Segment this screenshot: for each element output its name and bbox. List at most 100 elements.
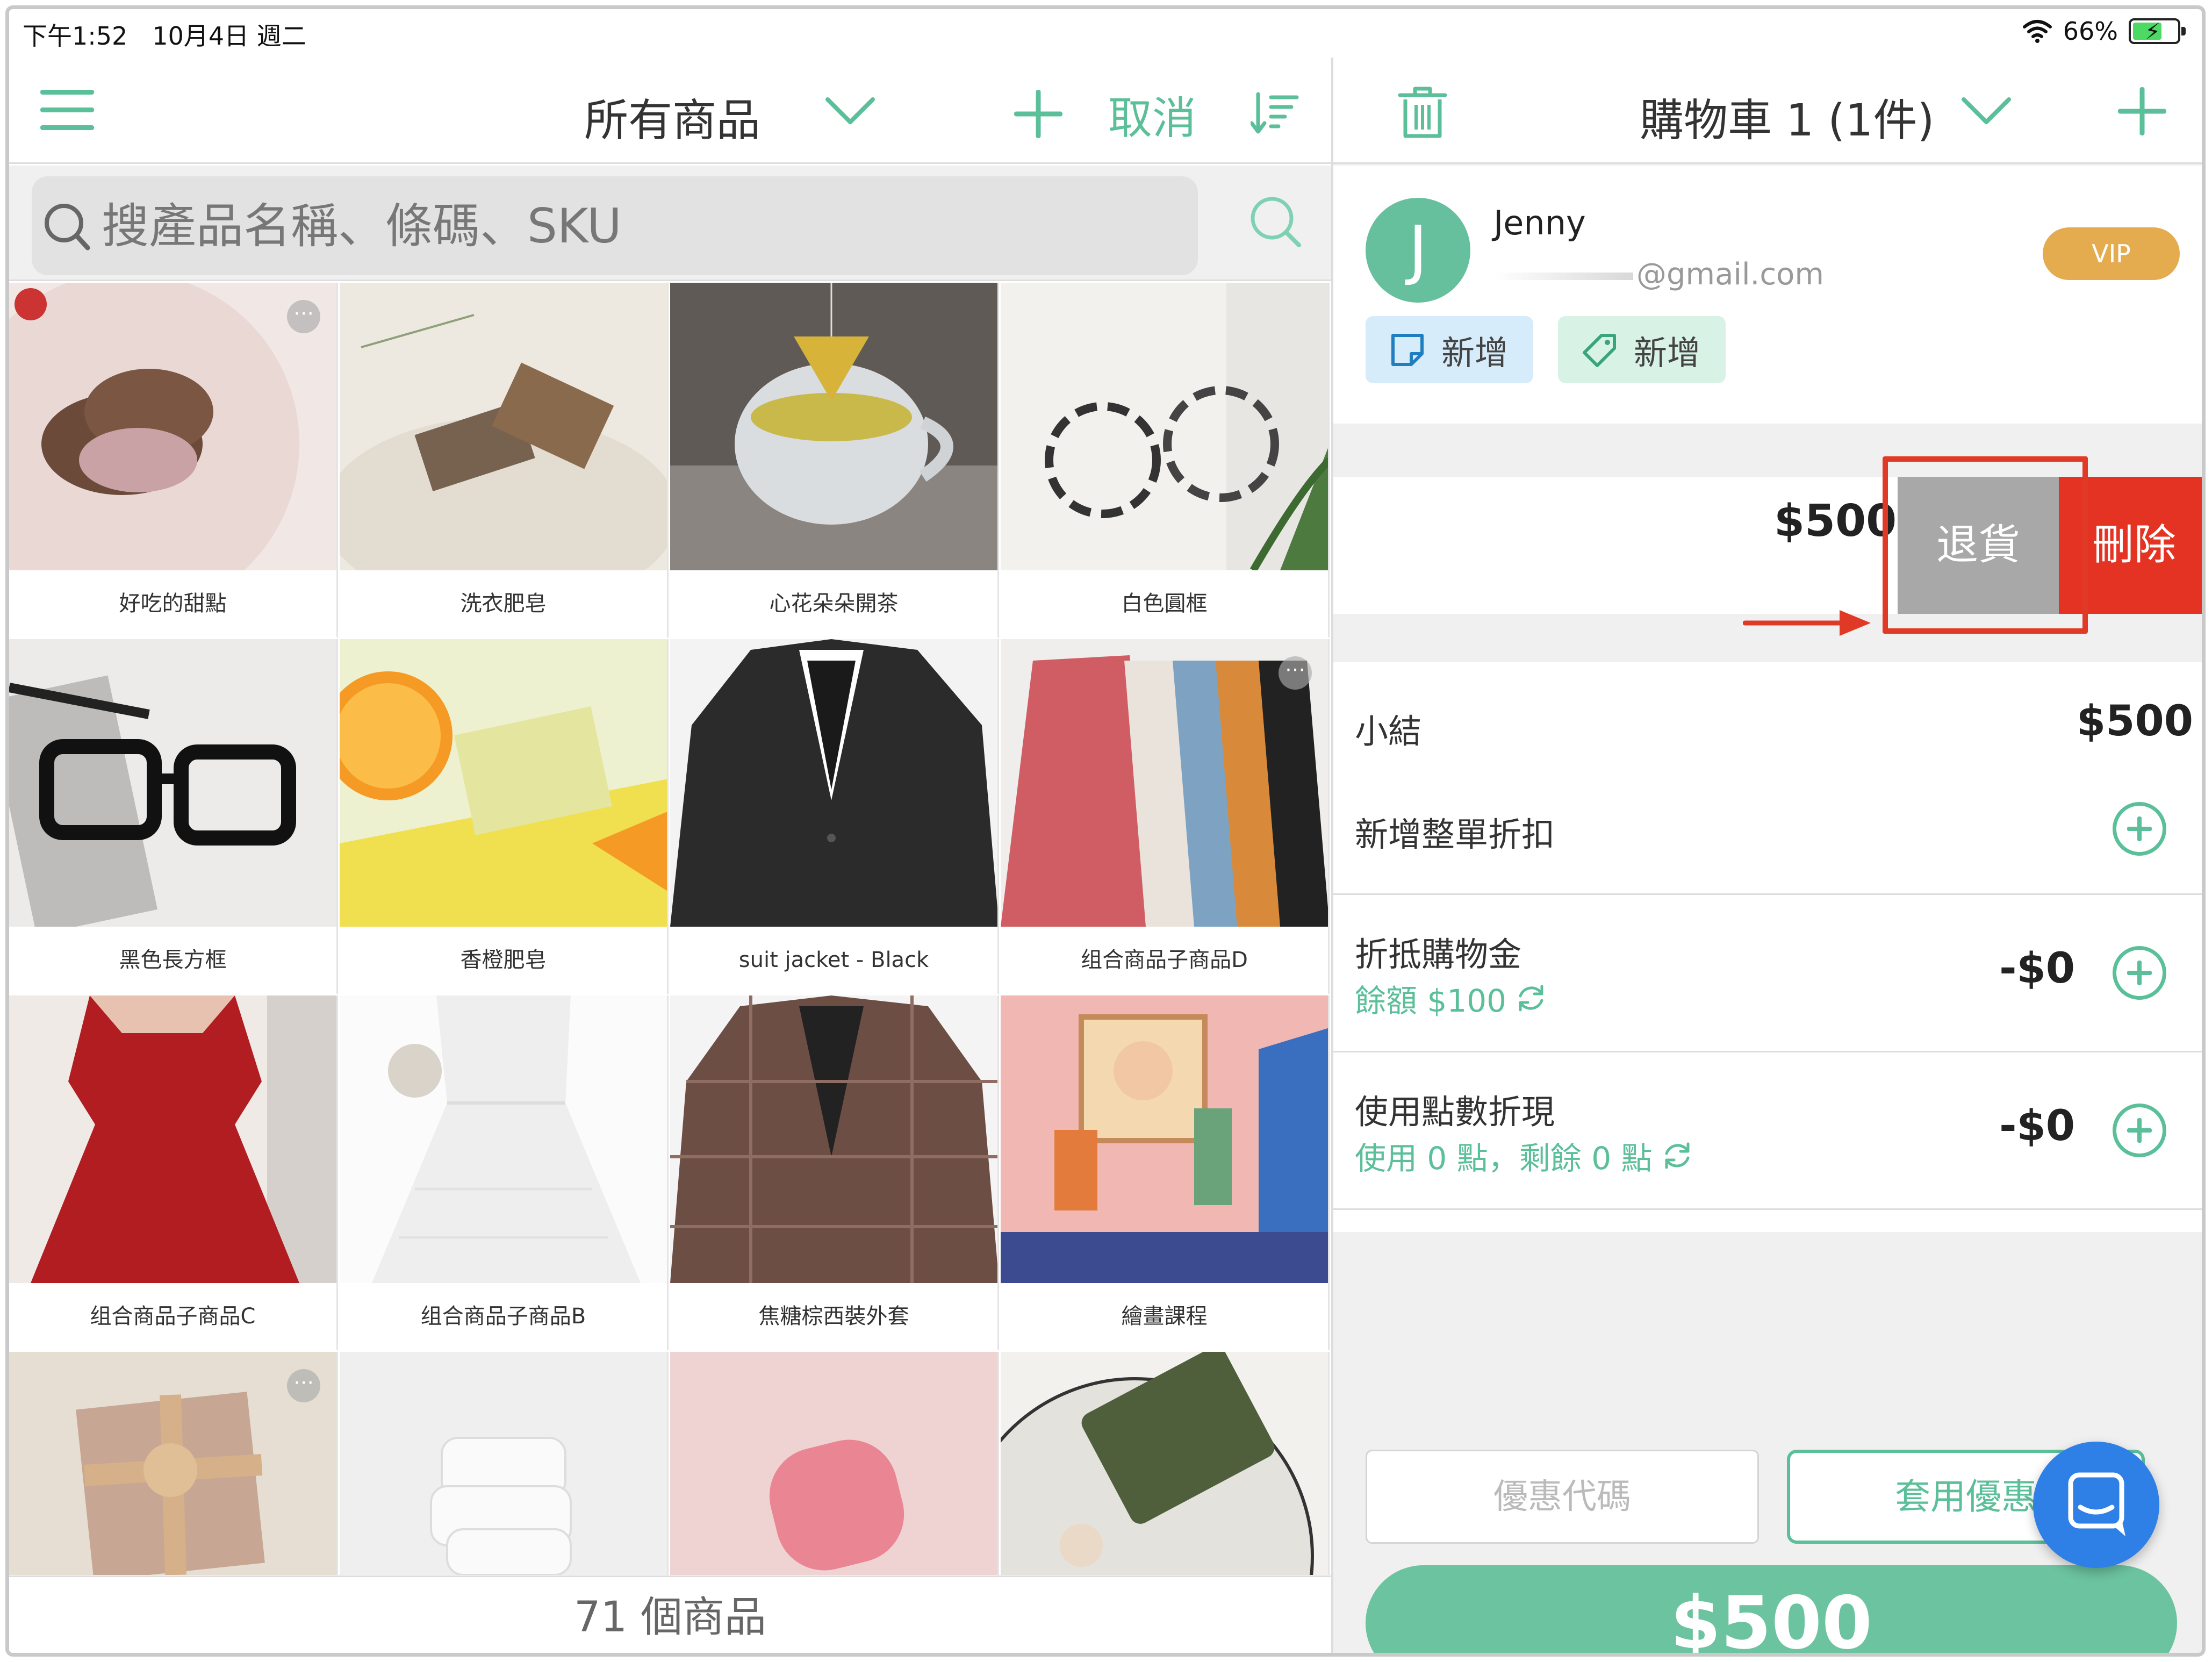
customer-email: @gmail.com [1493,257,1824,292]
return-button[interactable]: 退貨 [1898,477,2059,614]
product-tile[interactable]: ⋯ [9,1352,338,1575]
product-name: 黑色長方框 [9,927,336,994]
menu-icon[interactable] [40,90,94,130]
search-box[interactable] [32,176,1198,275]
product-tile[interactable]: ⋯ 好吃的甜點 [9,283,338,637]
status-bar: 下午1:52 10月4日 週二 66% ⚡ [9,9,2202,58]
store-credit-value: -$0 [1999,944,2075,993]
status-time: 下午1:52 10月4日 週二 [23,22,306,51]
more-options-icon[interactable]: ⋯ [1279,656,1312,690]
search-input[interactable] [102,185,1150,266]
cart-pane: 購物車 1 (1件) J Jenny @gmail.com VIP 新增 新增 … [1333,58,2202,1653]
vip-badge: VIP [2043,227,2180,280]
chevron-down-icon[interactable] [823,95,877,127]
refresh-icon[interactable] [1515,982,1547,1014]
add-order-discount-icon[interactable] [2113,802,2166,856]
product-name: 白色圓框 [1001,570,1328,637]
cart-switch-chevron-icon[interactable] [1959,95,2013,127]
product-image [340,1352,667,1575]
order-discount-row[interactable]: 新增整單折扣 [1333,786,2202,893]
product-tile[interactable]: 组合商品子商品B [340,995,669,1350]
product-name: 香橙肥皂 [340,927,667,994]
refresh-icon[interactable] [1661,1140,1693,1172]
product-image [1001,283,1328,570]
status-indicators: 66% ⚡ [2022,17,2186,46]
product-tile[interactable]: 心花朵朵開茶 [670,283,999,637]
coupon-code-input[interactable] [1366,1450,1759,1544]
tag-icon [1583,333,1616,367]
battery-icon: ⚡ [2129,18,2186,45]
add-tag-label: 新增 [1634,333,1701,372]
divider [1333,1208,2202,1210]
cancel-button[interactable]: 取消 [1108,82,1196,146]
order-summary: 小結 $500 新增整單折扣 折抵購物金 餘額 $100 -$0 使用點數折現 … [1333,662,2202,1232]
product-tile[interactable]: 白色圓框 [1001,283,1330,637]
product-image [9,283,336,570]
catalog-pane: 所有商品 取消 ⋯好吃的甜點洗衣 [9,58,1331,1653]
subtotal-row: 小結 $500 [1333,662,2202,786]
cart-title[interactable]: 購物車 1 (1件) [1640,84,1934,148]
more-options-icon[interactable]: ⋯ [287,1369,320,1402]
add-store-credit-icon[interactable] [2113,946,2166,1000]
product-image [670,639,997,927]
cart-line-item[interactable]: $500 退貨 刪除 [1333,477,2202,614]
product-tile[interactable]: 香橙肥皂 [340,639,669,994]
product-tile[interactable]: 洗衣肥皂 [340,283,669,637]
product-name: 焦糖棕西裝外套 [670,1283,997,1350]
points-balance: 使用 0 點，剩餘 0 點 [1355,1133,1693,1178]
points-label: 使用點數折現 [1355,1092,1555,1131]
subtotal-value: $500 [2076,697,2193,746]
barcode-search-icon[interactable] [1245,191,1304,250]
note-icon [1391,333,1424,366]
add-points-icon[interactable] [2113,1104,2166,1157]
chat-support-button[interactable] [2033,1442,2159,1568]
product-name: 组合商品子商品B [340,1283,667,1350]
product-image [670,1352,997,1575]
product-name: suit jacket - Black [670,927,997,994]
product-name: 好吃的甜點 [9,570,336,637]
product-name: 心花朵朵開茶 [670,570,997,637]
delete-button[interactable]: 刪除 [2059,477,2202,614]
product-tile[interactable]: 组合商品子商品C [9,995,338,1350]
avatar: J [1366,198,1470,303]
product-tile[interactable] [670,1352,999,1575]
store-credit-balance-text: 餘額 $100 [1355,983,1507,1019]
catalog-title[interactable]: 所有商品 [584,84,760,148]
product-image [340,639,667,927]
product-tile[interactable]: 繪畫課程 [1001,995,1330,1350]
ipad-frame: 下午1:52 10月4日 週二 66% ⚡ 所有商品 取消 搜產品名稱、條碼、S… [5,5,2206,1657]
product-image [1001,995,1328,1283]
add-tag-button[interactable]: 新增 [1558,316,1726,383]
cart-toolbar: 購物車 1 (1件) [1333,58,2202,164]
product-tile[interactable]: 焦糖棕西裝外套 [670,995,999,1350]
checkout-button[interactable]: $500 [1366,1565,2177,1653]
more-options-icon[interactable]: ⋯ [287,300,320,333]
order-discount-label: 新增整單折扣 [1355,815,1555,854]
product-name: 洗衣肥皂 [340,570,667,637]
store-credit-row[interactable]: 折抵購物金 餘額 $100 -$0 [1333,895,2202,1051]
customer-card[interactable]: J Jenny @gmail.com VIP 新增 新增 [1333,166,2202,424]
wifi-icon [2022,20,2052,43]
customer-name: Jenny [1493,203,1586,242]
add-note-button[interactable]: 新增 [1366,316,1533,383]
add-product-icon[interactable] [1014,90,1062,138]
search-icon [45,204,90,250]
points-balance-text: 使用 0 點，剩餘 0 點 [1355,1140,1653,1177]
chat-icon [2068,1472,2125,1536]
product-name: 繪畫課程 [1001,1283,1328,1350]
product-tile[interactable] [340,1352,669,1575]
product-tile[interactable]: ⋯ 组合商品子商品D [1001,639,1330,994]
product-image [9,995,336,1283]
sort-icon[interactable] [1251,89,1299,137]
points-row[interactable]: 使用點數折現 使用 0 點，剩餘 0 點 -$0 [1333,1052,2202,1208]
trash-icon[interactable] [1397,85,1448,139]
product-tile[interactable]: suit jacket - Black [670,639,999,994]
product-image [670,283,997,570]
store-credit-label: 折抵購物金 [1355,935,1522,974]
product-tile[interactable]: 黑色長方框 [9,639,338,994]
product-tile[interactable] [1001,1352,1330,1575]
line-item-price: $500 [1774,496,1897,547]
product-image [670,995,997,1283]
add-cart-icon[interactable] [2118,87,2166,135]
product-count: 71 個商品 [9,1575,1331,1653]
